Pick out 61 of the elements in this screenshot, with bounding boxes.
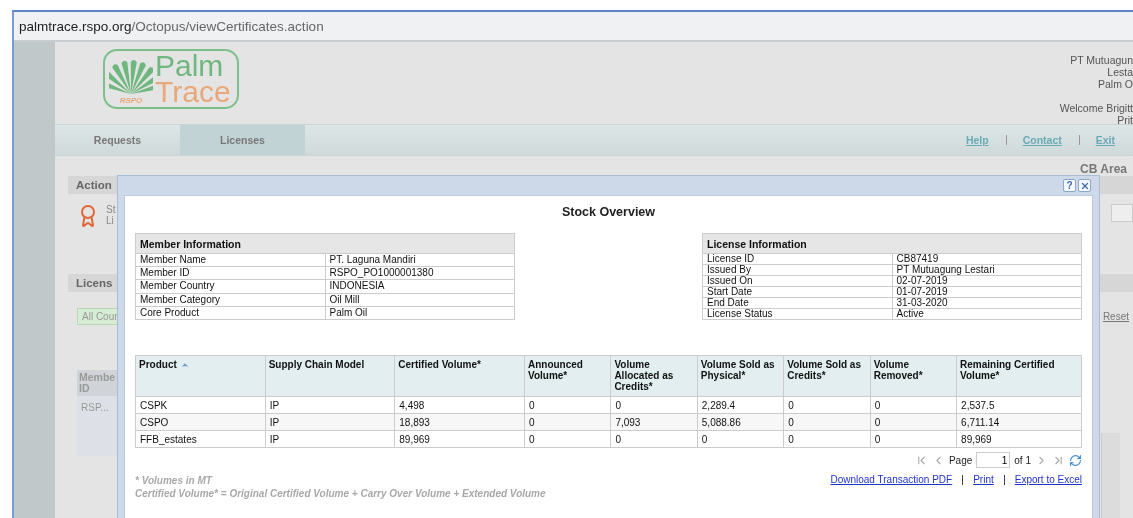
refresh-icon[interactable] <box>1069 453 1082 467</box>
table-cell: INDONESIA <box>325 279 515 294</box>
table-cell: Core Product <box>135 306 325 320</box>
welcome-text: Welcome Brigitt <box>1059 102 1133 114</box>
table-title: Member Information <box>135 233 515 254</box>
table-cell: 01-07-2019 <box>892 286 1082 298</box>
dialog-title: Stock Overview <box>561 205 656 219</box>
logo-caption: RSPO <box>119 96 143 105</box>
address-bar[interactable]: palmtrace.rspo.org/Octopus/viewCertificates.action <box>19 18 324 34</box>
table-cell: 31-03-2020 <box>892 297 1082 309</box>
help-button[interactable]: ? <box>1063 179 1076 192</box>
table-cell: PT Mutuagung Lestari <box>892 264 1082 276</box>
column-header[interactable]: Volume Sold as Credits* <box>783 355 871 397</box>
table-cell: RSPO_PO1000001380 <box>325 266 515 280</box>
table-cell: PT. Laguna Mandiri <box>325 253 515 267</box>
action-link[interactable]: Download Transaction PDF <box>830 474 953 485</box>
table-cell: Member ID <box>135 266 325 280</box>
action-text: St <box>106 204 116 215</box>
organization-text: PT Mutuagun <box>1070 54 1133 66</box>
page-count: of 1 <box>1014 454 1031 466</box>
table-cell: Palm Oil <box>325 306 515 320</box>
page-label: Page <box>948 454 973 466</box>
table-title: License Information <box>702 233 1082 254</box>
table-cell: Issued By <box>702 264 892 276</box>
welcome-text: Prit <box>1117 114 1133 126</box>
column-header[interactable]: Volume Sold as Physical* <box>697 355 784 397</box>
table-cell: Start Date <box>702 286 892 298</box>
table-cell: Member Category <box>135 293 325 307</box>
table-cell: Member Name <box>135 253 325 267</box>
logo-text: Trace <box>155 79 231 105</box>
column-header[interactable]: Volume Removed* <box>870 355 957 397</box>
footnote: * Volumes in MT <box>135 474 214 487</box>
reset-link[interactable]: Reset <box>1102 311 1129 322</box>
action-link[interactable]: Export to Excel <box>1014 474 1082 485</box>
action-text: Li <box>106 215 115 226</box>
column-header[interactable]: Certified Volume* <box>394 355 525 397</box>
scrollbar[interactable] <box>1101 433 1120 518</box>
table-cell: Active <box>892 308 1082 320</box>
page-field[interactable]: 1 <box>976 452 1011 468</box>
table-cell: License Status <box>702 308 892 320</box>
column-header[interactable]: Supply Chain Model <box>265 355 395 397</box>
close-button[interactable] <box>1078 179 1091 192</box>
organization-text: Palm O <box>1098 78 1133 90</box>
table-cell: CB87419 <box>892 253 1082 265</box>
table-cell: License ID <box>702 253 892 265</box>
logo-text: Palm <box>155 53 225 79</box>
table-cell: RSP... <box>77 396 117 456</box>
area-title: CB Area <box>1080 162 1127 176</box>
table-cell: Member Country <box>135 279 325 294</box>
table-cell: 02-07-2019 <box>892 275 1082 287</box>
action-link[interactable]: Print <box>973 474 994 485</box>
table-cell: Oil Mill <box>325 293 515 307</box>
column-header[interactable]: Remaining Certified Volume* <box>956 355 1082 397</box>
column-header[interactable]: Announced Volume* <box>524 355 611 397</box>
table-cell: End Date <box>702 297 892 309</box>
column-header[interactable]: Volume Allocated as Credits* <box>610 355 698 397</box>
input-field[interactable] <box>1111 204 1133 222</box>
organization-text: Lesta <box>1107 66 1133 78</box>
table-cell: Issued On <box>702 275 892 287</box>
footnote: Certified Volume* = Original Certified Volume + Carry Over Volume + Extended Volume <box>135 487 546 500</box>
column-header[interactable]: Product <box>135 355 266 397</box>
